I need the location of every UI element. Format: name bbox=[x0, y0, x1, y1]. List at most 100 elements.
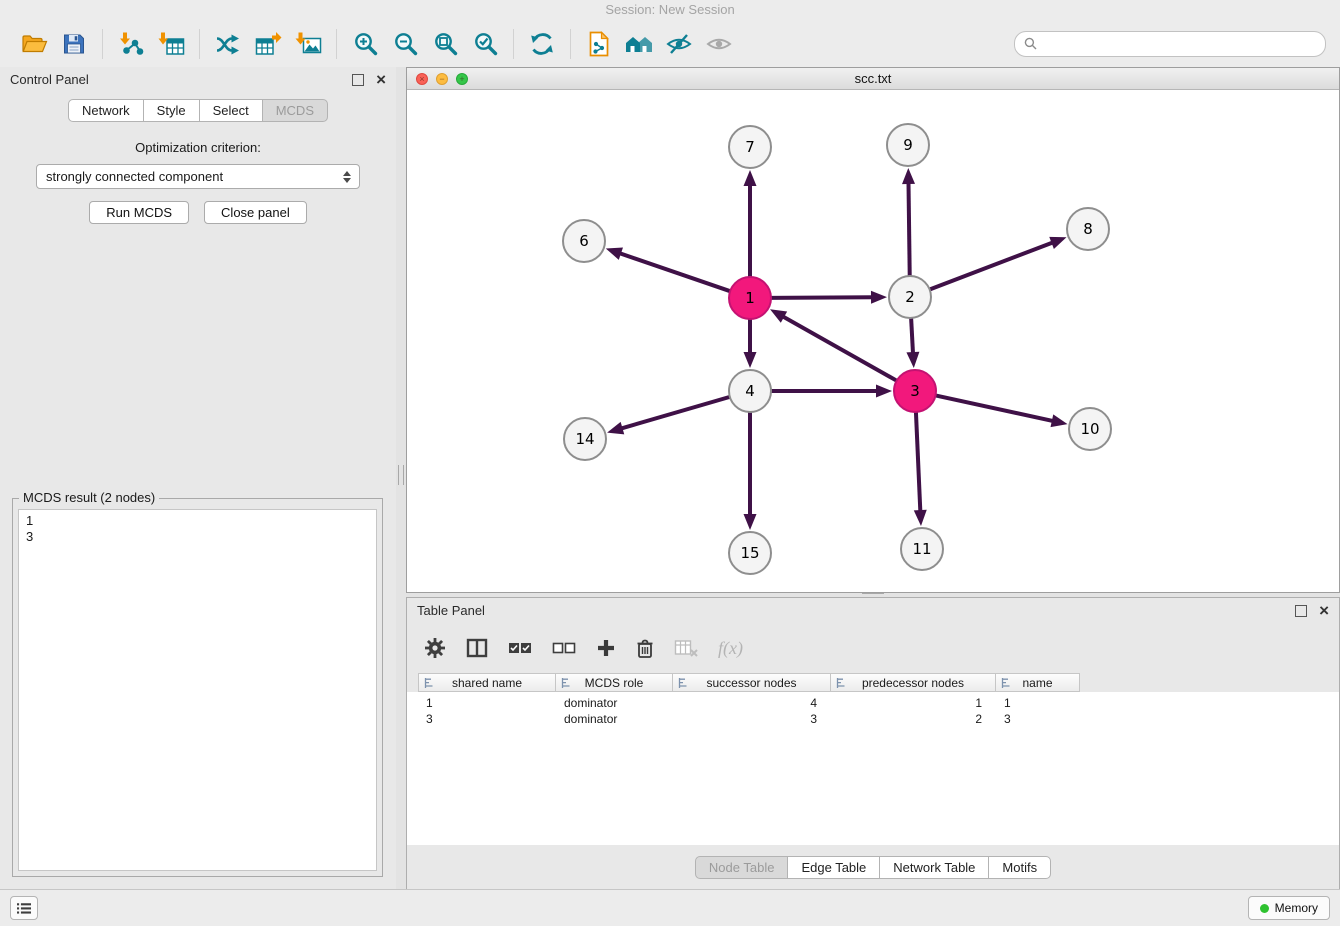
zoom-fit-button[interactable] bbox=[425, 26, 465, 62]
table-cell: 2 bbox=[831, 711, 996, 727]
open-session-button[interactable] bbox=[14, 26, 54, 62]
run-mcds-button[interactable]: Run MCDS bbox=[89, 201, 189, 224]
graph-node-14[interactable]: 14 bbox=[564, 418, 606, 460]
unselect-all-icon bbox=[552, 639, 576, 657]
graph-node-15[interactable]: 15 bbox=[729, 532, 771, 574]
delete-table-icon bbox=[674, 638, 698, 658]
close-panel-icon[interactable] bbox=[376, 71, 386, 88]
import-network-button[interactable] bbox=[111, 26, 151, 62]
tab-network[interactable]: Network bbox=[68, 99, 144, 122]
zoom-out-button[interactable] bbox=[385, 26, 425, 62]
table-cell: 3 bbox=[418, 711, 556, 727]
tab-network-table[interactable]: Network Table bbox=[879, 856, 989, 879]
status-list-button[interactable] bbox=[10, 896, 38, 920]
control-panel: Control Panel NetworkStyleSelectMCDS Opt… bbox=[0, 67, 397, 890]
network-overview-button[interactable] bbox=[619, 26, 659, 62]
window-minimize-button[interactable] bbox=[436, 73, 448, 85]
graph-edge-3-1[interactable] bbox=[782, 316, 896, 381]
zoom-selected-icon bbox=[473, 31, 498, 56]
table-body[interactable]: 1dominator4113dominator323 bbox=[407, 692, 1339, 845]
network-overview-icon bbox=[625, 32, 653, 56]
network-graph[interactable]: 7 9 6 8 1 2 4 3 14 10 15 11 bbox=[407, 90, 1339, 592]
save-session-button[interactable] bbox=[54, 26, 94, 62]
graph-node-4[interactable]: 4 bbox=[729, 370, 771, 412]
column-header-predecessor-nodes[interactable]: predecessor nodes bbox=[831, 673, 996, 692]
refresh-button[interactable] bbox=[522, 26, 562, 62]
graph-node-8[interactable]: 8 bbox=[1067, 208, 1109, 250]
column-header-label: predecessor nodes bbox=[862, 676, 964, 690]
tab-mcds[interactable]: MCDS bbox=[262, 99, 328, 122]
mcds-result-list[interactable]: 13 bbox=[18, 509, 377, 871]
document-network-button[interactable] bbox=[579, 26, 619, 62]
column-browser-button[interactable] bbox=[466, 638, 488, 658]
result-item[interactable]: 3 bbox=[26, 529, 369, 545]
graph-edge-3-10[interactable] bbox=[936, 395, 1054, 421]
graph-node-2[interactable]: 2 bbox=[889, 276, 931, 318]
column-header-mcds-role[interactable]: MCDS role bbox=[556, 673, 673, 692]
table-panel-footer: Node TableEdge TableNetwork TableMotifs bbox=[407, 845, 1339, 889]
window-zoom-button[interactable] bbox=[456, 73, 468, 85]
memory-status-dot bbox=[1260, 904, 1269, 913]
delete-column-button[interactable] bbox=[636, 638, 654, 659]
graph-node-1[interactable]: 1 bbox=[729, 277, 771, 319]
show-details-button[interactable] bbox=[699, 26, 739, 62]
export-table-icon bbox=[255, 31, 282, 57]
column-header-label: MCDS role bbox=[585, 676, 644, 690]
tab-motifs[interactable]: Motifs bbox=[988, 856, 1051, 879]
graph-edge-2-3[interactable] bbox=[911, 318, 913, 354]
column-header-label: name bbox=[1022, 676, 1052, 690]
tab-edge-table[interactable]: Edge Table bbox=[787, 856, 880, 879]
tab-node-table[interactable]: Node Table bbox=[695, 856, 789, 879]
function-builder-button[interactable]: f(x) bbox=[718, 638, 743, 659]
svg-text:11: 11 bbox=[912, 540, 931, 558]
graph-edge-3-11[interactable] bbox=[916, 412, 920, 512]
svg-text:2: 2 bbox=[905, 288, 915, 306]
vertical-splitter[interactable] bbox=[396, 67, 406, 890]
svg-text:9: 9 bbox=[903, 136, 913, 154]
control-panel-tabs: NetworkStyleSelectMCDS bbox=[0, 99, 396, 122]
select-all-columns-button[interactable] bbox=[508, 639, 532, 657]
table-panel: Table Panel bbox=[406, 597, 1340, 890]
column-header-shared-name[interactable]: shared name bbox=[418, 673, 556, 692]
graph-node-10[interactable]: 10 bbox=[1069, 408, 1111, 450]
table-row[interactable]: 3dominator323 bbox=[418, 711, 1339, 727]
graph-edge-2-9[interactable] bbox=[908, 182, 909, 276]
export-image-button[interactable] bbox=[288, 26, 328, 62]
network-tools-button[interactable] bbox=[208, 26, 248, 62]
graph-edge-4-14[interactable] bbox=[621, 397, 730, 429]
unselect-all-columns-button[interactable] bbox=[552, 639, 576, 657]
search-box[interactable] bbox=[1014, 31, 1326, 57]
table-row[interactable]: 1dominator411 bbox=[418, 695, 1339, 711]
column-header-name[interactable]: name bbox=[996, 673, 1080, 692]
graph-node-3[interactable]: 3 bbox=[894, 370, 936, 412]
close-panel-icon[interactable] bbox=[1319, 602, 1329, 619]
search-input[interactable] bbox=[1043, 35, 1316, 52]
graph-node-11[interactable]: 11 bbox=[901, 528, 943, 570]
zoom-selected-button[interactable] bbox=[465, 26, 505, 62]
zoom-in-button[interactable] bbox=[345, 26, 385, 62]
close-panel-button[interactable]: Close panel bbox=[204, 201, 307, 224]
memory-button[interactable]: Memory bbox=[1248, 896, 1330, 920]
import-table-button[interactable] bbox=[151, 26, 191, 62]
svg-text:4: 4 bbox=[745, 382, 755, 400]
graph-node-7[interactable]: 7 bbox=[729, 126, 771, 168]
export-table-button[interactable] bbox=[248, 26, 288, 62]
graph-edge-1-2[interactable] bbox=[771, 297, 873, 298]
tab-style[interactable]: Style bbox=[143, 99, 200, 122]
hide-details-button[interactable] bbox=[659, 26, 699, 62]
column-header-successor-nodes[interactable]: successor nodes bbox=[673, 673, 831, 692]
add-column-button[interactable] bbox=[596, 638, 616, 658]
graph-edge-1-6[interactable] bbox=[619, 253, 730, 291]
optimization-select-value: strongly connected component bbox=[46, 169, 340, 184]
float-window-icon[interactable] bbox=[1295, 605, 1307, 617]
result-item[interactable]: 1 bbox=[26, 513, 369, 529]
graph-node-9[interactable]: 9 bbox=[887, 124, 929, 166]
window-close-button[interactable] bbox=[416, 73, 428, 85]
table-settings-button[interactable] bbox=[424, 637, 446, 659]
delete-table-button[interactable] bbox=[674, 638, 698, 658]
graph-edge-2-8[interactable] bbox=[930, 242, 1054, 289]
float-window-icon[interactable] bbox=[352, 74, 364, 86]
tab-select[interactable]: Select bbox=[199, 99, 263, 122]
graph-node-6[interactable]: 6 bbox=[563, 220, 605, 262]
optimization-select[interactable]: strongly connected component bbox=[36, 164, 360, 189]
